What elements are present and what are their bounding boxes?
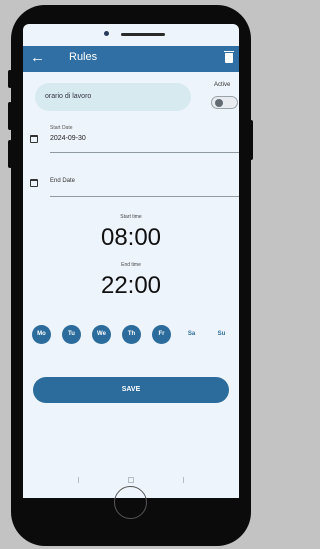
toggle-knob — [215, 99, 223, 107]
calendar-icon[interactable] — [30, 179, 38, 187]
day-tuesday[interactable]: Tu — [62, 325, 81, 344]
day-friday[interactable]: Fr — [152, 325, 171, 344]
back-arrow-icon[interactable]: ← — [30, 49, 45, 67]
nav-recents-icon[interactable] — [178, 477, 184, 483]
calendar-icon[interactable] — [30, 135, 38, 143]
end-time-value[interactable]: 22:00 — [23, 272, 239, 300]
nav-home-icon[interactable] — [128, 477, 134, 483]
day-monday[interactable]: Mo — [32, 325, 51, 344]
phone-frame: ← Rules orario di lavoro Active Start Da… — [11, 5, 251, 546]
day-wednesday[interactable]: We — [92, 325, 111, 344]
start-date-value[interactable]: 2024-09-30 — [50, 135, 86, 142]
nav-back-icon[interactable] — [78, 477, 84, 483]
day-saturday[interactable]: Sa — [182, 325, 201, 344]
end-date-underline — [50, 196, 239, 197]
day-thursday[interactable]: Th — [122, 325, 141, 344]
start-date-underline — [50, 152, 239, 153]
page-title: Rules — [69, 51, 98, 63]
phone-home-button[interactable] — [114, 486, 147, 519]
app-screen: ← Rules orario di lavoro Active Start Da… — [23, 24, 239, 498]
speaker-grille — [121, 33, 165, 36]
active-toggle[interactable] — [211, 96, 238, 109]
camera-icon — [104, 31, 109, 36]
rule-name-input[interactable]: orario di lavoro — [35, 83, 191, 111]
end-date-field[interactable]: End Date — [50, 178, 75, 184]
save-button[interactable]: SAVE — [33, 377, 229, 403]
start-time-value[interactable]: 08:00 — [23, 224, 239, 252]
start-time-label: Start time — [120, 214, 142, 220]
start-date-label: Start Date — [50, 125, 73, 131]
trash-icon[interactable] — [224, 51, 234, 63]
end-time-label: End time — [121, 262, 141, 268]
app-bar: ← Rules — [23, 46, 239, 72]
active-label: Active — [214, 82, 231, 88]
day-sunday[interactable]: Su — [212, 325, 231, 344]
phone-notch — [93, 26, 193, 40]
